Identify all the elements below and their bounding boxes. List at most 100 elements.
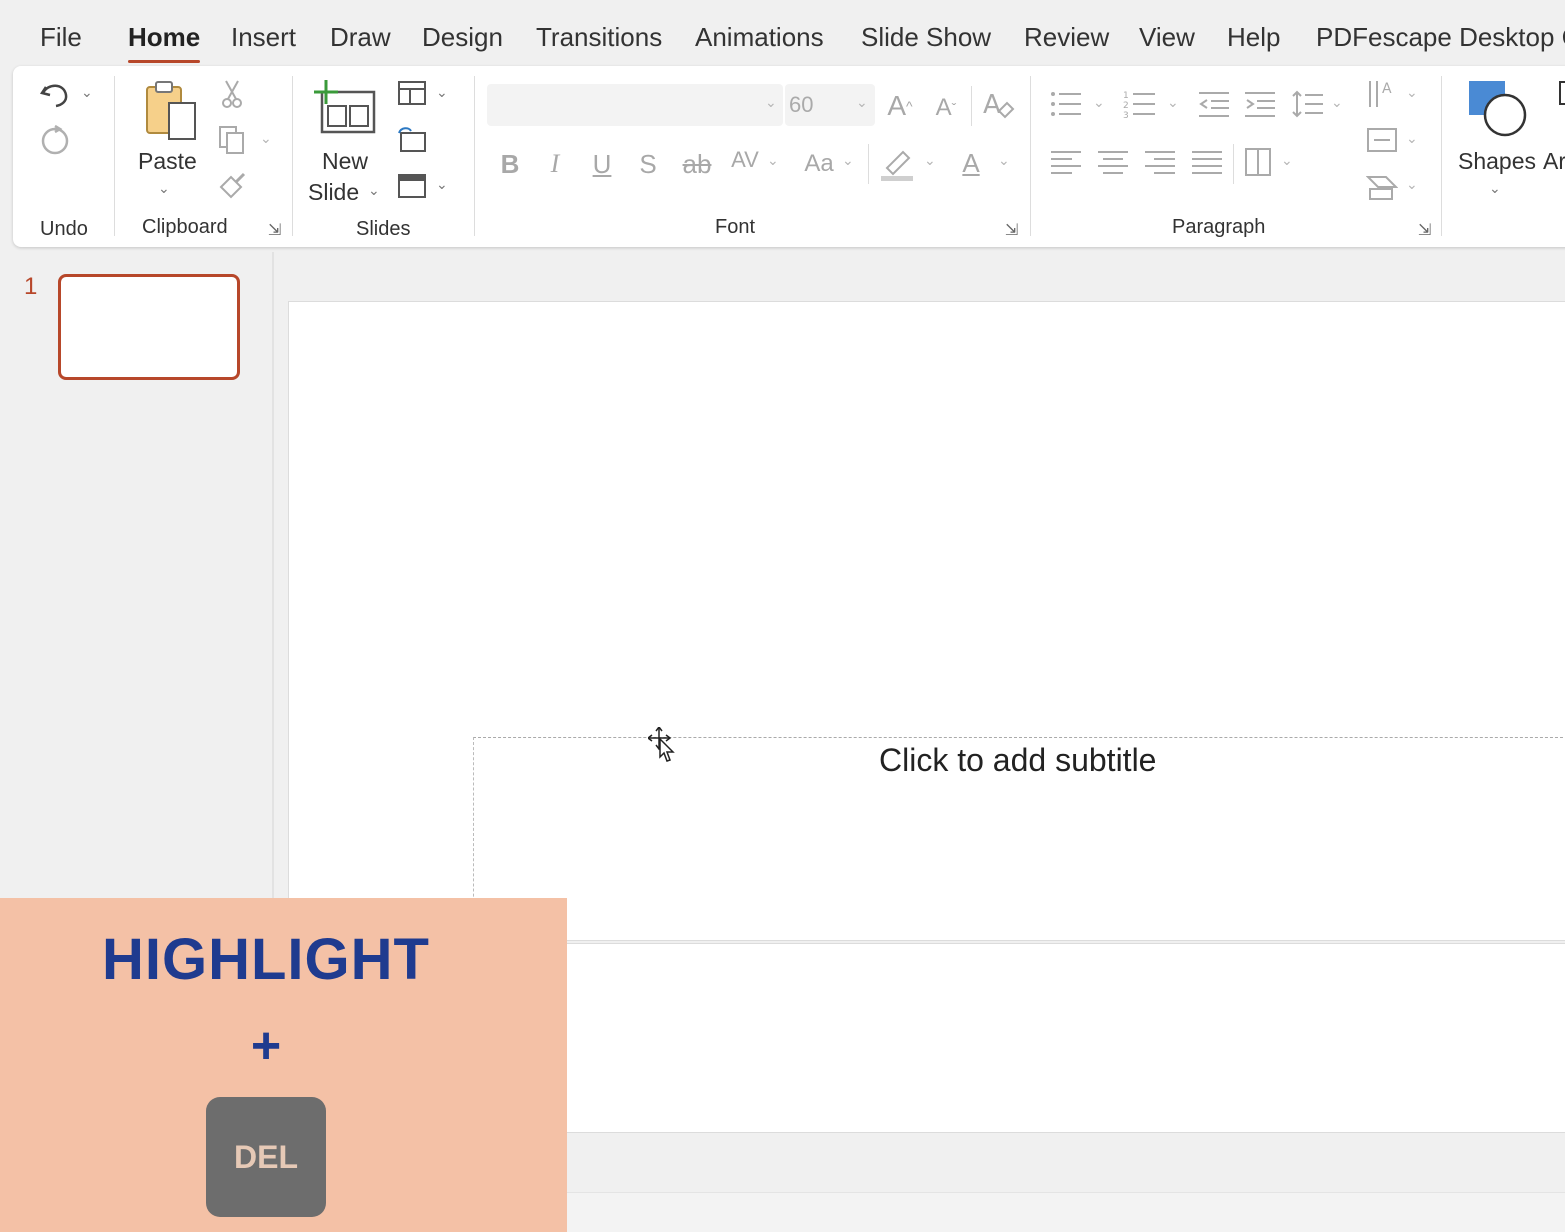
group-label-paragraph: Paragraph — [1172, 216, 1266, 238]
section-icon — [398, 174, 426, 198]
grow-font-button[interactable]: A ^ — [883, 86, 917, 126]
bullets-icon — [1051, 92, 1081, 116]
columns-button[interactable] — [1239, 144, 1277, 180]
clear-formatting-button[interactable]: A — [978, 84, 1018, 126]
font-divider — [868, 144, 869, 184]
bullets-button[interactable] — [1047, 86, 1085, 122]
text-direction-dropdown-icon[interactable]: ⌄ — [1406, 84, 1418, 101]
tab-help[interactable]: Help — [1227, 22, 1280, 53]
paste-label[interactable]: Paste — [138, 148, 197, 175]
shapes-dropdown-icon[interactable]: ⌄ — [1489, 180, 1501, 197]
tab-design[interactable]: Design — [422, 22, 503, 53]
layout-button[interactable] — [395, 76, 429, 110]
underline-button[interactable]: U — [587, 144, 617, 184]
line-spacing-button[interactable] — [1289, 86, 1327, 122]
reset-slide-button[interactable] — [395, 122, 429, 156]
undo-icon — [39, 84, 68, 108]
increase-indent-button[interactable] — [1241, 86, 1279, 122]
shapes-button[interactable] — [1463, 76, 1533, 140]
bullets-dropdown-icon[interactable]: ⌄ — [1093, 94, 1105, 111]
copy-icon — [219, 126, 244, 154]
font-color-button[interactable]: A — [951, 142, 991, 184]
svg-text:2: 2 — [1123, 101, 1129, 111]
smartart-dropdown-icon[interactable]: ⌄ — [1406, 176, 1418, 193]
decrease-indent-button[interactable] — [1195, 86, 1233, 122]
numbering-dropdown-icon[interactable]: ⌄ — [1167, 94, 1179, 111]
align-text-dropdown-icon[interactable]: ⌄ — [1406, 130, 1418, 147]
copy-button[interactable] — [215, 122, 249, 158]
strikethrough-button[interactable]: ab — [677, 144, 717, 184]
tab-review[interactable]: Review — [1024, 22, 1109, 53]
align-right-button[interactable] — [1141, 144, 1179, 180]
highlight-dropdown-icon[interactable]: ⌄ — [924, 152, 936, 169]
section-dropdown-icon[interactable]: ⌄ — [436, 176, 448, 193]
paste-dropdown-icon[interactable]: ⌄ — [158, 180, 170, 197]
tab-pdfescape[interactable]: PDFescape Desktop C — [1316, 22, 1565, 53]
shadow-button[interactable]: S — [633, 144, 663, 184]
paragraph-launcher-icon[interactable]: ⇲ — [1418, 220, 1431, 240]
align-center-button[interactable] — [1094, 144, 1132, 180]
shapes-label[interactable]: Shapes — [1458, 148, 1536, 175]
tab-home[interactable]: Home — [128, 22, 201, 63]
redo-icon — [41, 124, 69, 155]
layout-dropdown-icon[interactable]: ⌄ — [436, 84, 448, 101]
tab-animations[interactable]: Animations — [695, 22, 824, 53]
arrange-icon — [1559, 81, 1565, 105]
new-slide-dropdown-icon[interactable]: ⌄ — [368, 182, 380, 199]
format-painter-button[interactable] — [215, 168, 249, 204]
paragraph-divider — [1233, 144, 1234, 184]
align-left-button[interactable] — [1047, 144, 1085, 180]
font-launcher-icon[interactable]: ⇲ — [1005, 220, 1018, 240]
columns-dropdown-icon[interactable]: ⌄ — [1281, 152, 1293, 169]
scissors-icon — [222, 80, 242, 108]
arrange-label[interactable]: Ar — [1543, 148, 1565, 175]
case-dropdown-icon[interactable]: ⌄ — [842, 152, 854, 169]
font-color-dropdown-icon[interactable]: ⌄ — [998, 152, 1010, 169]
new-slide-label-2[interactable]: Slide — [308, 179, 359, 206]
layout-icon — [398, 81, 426, 105]
text-direction-button[interactable]: A — [1363, 76, 1401, 112]
undo-dropdown-icon[interactable]: ⌄ — [81, 84, 93, 101]
group-separator — [1030, 76, 1031, 236]
tab-insert[interactable]: Insert — [231, 22, 296, 53]
new-slide-label-1[interactable]: New — [322, 148, 368, 175]
arrange-button[interactable] — [1553, 78, 1565, 108]
redo-button[interactable] — [33, 118, 77, 162]
columns-icon — [1245, 148, 1271, 176]
ribbon: ⌄ Undo Paste ⌄ ⌄ Clipboard ⇲ New Slide ⌄… — [13, 66, 1565, 247]
cut-button[interactable] — [215, 76, 249, 112]
bold-button[interactable]: B — [495, 144, 525, 184]
line-spacing-dropdown-icon[interactable]: ⌄ — [1331, 94, 1343, 111]
justify-button[interactable] — [1188, 144, 1226, 180]
character-spacing-button[interactable]: AV — [725, 140, 765, 180]
paste-button[interactable] — [135, 76, 205, 146]
justify-icon — [1192, 151, 1222, 174]
tab-slide-show[interactable]: Slide Show — [861, 22, 991, 53]
numbering-button[interactable]: 123 — [1121, 86, 1159, 122]
tab-draw[interactable]: Draw — [330, 22, 391, 53]
section-button[interactable] — [395, 168, 429, 202]
group-separator — [292, 76, 293, 236]
clipboard-launcher-icon[interactable]: ⇲ — [268, 220, 281, 240]
italic-button[interactable]: I — [540, 144, 570, 184]
change-case-button[interactable]: Aa — [799, 144, 839, 184]
new-slide-icon — [314, 80, 376, 134]
new-slide-button[interactable] — [311, 74, 381, 142]
tab-transitions[interactable]: Transitions — [536, 22, 662, 53]
font-size-dropdown-icon[interactable]: ⌄ — [856, 94, 868, 111]
tab-file[interactable]: File — [40, 22, 82, 53]
spacing-dropdown-icon[interactable]: ⌄ — [767, 152, 779, 169]
group-separator — [114, 76, 115, 236]
subtitle-placeholder-text[interactable]: Click to add subtitle — [879, 742, 1156, 779]
smartart-icon — [1366, 176, 1398, 200]
highlight-button[interactable] — [877, 142, 917, 184]
smartart-button[interactable] — [1363, 168, 1401, 204]
shrink-font-button[interactable]: Aˇ — [929, 88, 963, 128]
undo-button[interactable] — [33, 72, 77, 116]
font-name-dropdown-icon[interactable]: ⌄ — [765, 94, 777, 111]
align-text-button[interactable] — [1363, 122, 1401, 158]
slide-thumbnail[interactable] — [58, 274, 240, 380]
font-name-input[interactable] — [487, 84, 783, 126]
tab-view[interactable]: View — [1139, 22, 1195, 53]
copy-dropdown-icon[interactable]: ⌄ — [260, 130, 272, 147]
